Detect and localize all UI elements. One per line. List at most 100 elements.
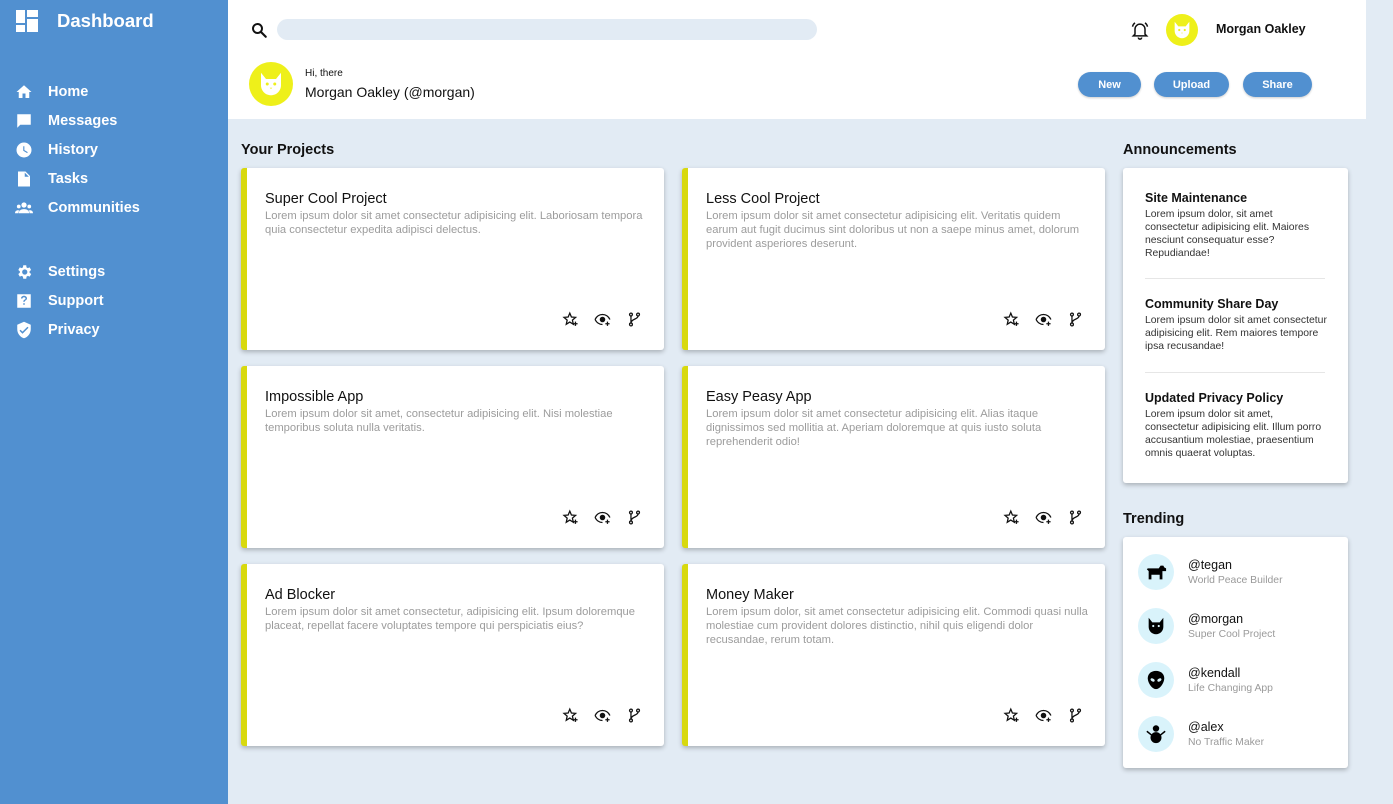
announcement-body: Lorem ipsum dolor, sit amet consectetur …	[1145, 209, 1310, 259]
profile-avatar	[249, 62, 293, 106]
brand[interactable]: Dashboard	[16, 10, 154, 32]
sidebar-item-label: Communities	[48, 199, 140, 216]
watch-icon[interactable]	[1034, 310, 1053, 329]
project-card[interactable]: Super Cool Project Lorem ipsum dolor sit…	[241, 168, 664, 350]
sidebar-item-label: Home	[48, 83, 89, 100]
cat-icon	[261, 72, 281, 96]
trending-item[interactable]: @kendall Life Changing App	[1138, 662, 1273, 698]
search-icon[interactable]	[250, 21, 268, 39]
star-icon[interactable]	[1002, 508, 1021, 527]
cat-icon	[1174, 21, 1190, 39]
trending-avatar	[1138, 716, 1174, 752]
fork-icon[interactable]	[1066, 508, 1085, 527]
share-button[interactable]: Share	[1243, 72, 1312, 97]
trending-project: World Peace Builder	[1188, 575, 1283, 586]
fork-icon[interactable]	[625, 706, 644, 725]
project-title[interactable]: Impossible App	[265, 389, 363, 405]
upload-button[interactable]: Upload	[1154, 72, 1229, 97]
project-card[interactable]: Impossible App Lorem ipsum dolor sit ame…	[241, 366, 664, 548]
profile-name: Morgan Oakley (@morgan)	[305, 84, 475, 100]
announcement-item[interactable]: Site Maintenance Lorem ipsum dolor, sit …	[1145, 191, 1327, 260]
announcement-title: Community Share Day	[1145, 297, 1279, 311]
trending-item[interactable]: @tegan World Peace Builder	[1138, 554, 1283, 590]
sidebar-item-label: Support	[48, 292, 104, 309]
sidebar-item-label: Messages	[48, 112, 118, 129]
divider	[1145, 278, 1325, 279]
project-title[interactable]: Money Maker	[706, 587, 794, 603]
sidebar-item-history[interactable]: History	[0, 135, 228, 164]
alien-icon	[1147, 670, 1165, 690]
new-button[interactable]: New	[1078, 72, 1141, 97]
project-actions	[561, 508, 644, 527]
snowman-icon	[1146, 725, 1166, 744]
project-description: Lorem ipsum dolor sit amet consectetur a…	[706, 210, 1080, 250]
trending-item[interactable]: @alex No Traffic Maker	[1138, 716, 1264, 752]
project-description: Lorem ipsum dolor, sit amet consectetur …	[706, 606, 1088, 646]
project-card[interactable]: Less Cool Project Lorem ipsum dolor sit …	[682, 168, 1105, 350]
greeting-text: Hi, there	[305, 68, 343, 79]
watch-icon[interactable]	[1034, 508, 1053, 527]
sidebar-item-support[interactable]: Support	[0, 286, 228, 315]
project-title[interactable]: Ad Blocker	[265, 587, 335, 603]
trending-avatar	[1138, 608, 1174, 644]
header-username[interactable]: Morgan Oakley	[1216, 22, 1306, 36]
watch-icon[interactable]	[1034, 706, 1053, 725]
file-icon	[18, 171, 30, 186]
announcement-title: Site Maintenance	[1145, 191, 1248, 205]
project-actions	[1002, 508, 1085, 527]
project-title[interactable]: Super Cool Project	[265, 191, 387, 207]
watch-icon[interactable]	[593, 706, 612, 725]
announcement-body: Lorem ipsum dolor sit amet, consectetur …	[1145, 409, 1322, 459]
announcement-item[interactable]: Updated Privacy Policy Lorem ipsum dolor…	[1145, 391, 1327, 460]
project-description: Lorem ipsum dolor sit amet consectetur a…	[706, 408, 1042, 448]
project-description: Lorem ipsum dolor sit amet, consectetur …	[265, 408, 613, 434]
star-icon[interactable]	[561, 706, 580, 725]
sidebar-item-messages[interactable]: Messages	[0, 106, 228, 135]
project-actions	[561, 706, 644, 725]
search-input[interactable]	[277, 19, 817, 40]
sidebar-item-privacy[interactable]: Privacy	[0, 315, 228, 344]
star-icon[interactable]	[561, 310, 580, 329]
fork-icon[interactable]	[1066, 706, 1085, 725]
trending-handle: @morgan	[1188, 612, 1244, 626]
project-title[interactable]: Less Cool Project	[706, 191, 820, 207]
sidebar-item-label: Privacy	[48, 321, 100, 338]
project-card[interactable]: Ad Blocker Lorem ipsum dolor sit amet co…	[241, 564, 664, 746]
shield-icon	[17, 321, 31, 338]
secondary-nav: Settings Support Privacy	[0, 257, 228, 344]
watch-icon[interactable]	[593, 310, 612, 329]
trending-avatar	[1138, 554, 1174, 590]
trending-handle: @alex	[1188, 720, 1224, 734]
clock-icon	[16, 142, 32, 157]
app-title: Dashboard	[57, 10, 154, 31]
sidebar-item-settings[interactable]: Settings	[0, 257, 228, 286]
announcements-panel: Site Maintenance Lorem ipsum dolor, sit …	[1123, 168, 1348, 483]
trending-item[interactable]: @morgan Super Cool Project	[1138, 608, 1275, 644]
project-card[interactable]: Easy Peasy App Lorem ipsum dolor sit ame…	[682, 366, 1105, 548]
sidebar-item-communities[interactable]: Communities	[0, 193, 228, 222]
fork-icon[interactable]	[625, 508, 644, 527]
trending-project: Life Changing App	[1188, 683, 1273, 694]
sidebar-item-home[interactable]: Home	[0, 77, 228, 106]
projects-title: Your Projects	[241, 142, 335, 158]
watch-icon[interactable]	[593, 508, 612, 527]
project-description: Lorem ipsum dolor sit amet consectetur, …	[265, 606, 635, 632]
project-title[interactable]: Easy Peasy App	[706, 389, 812, 405]
sidebar-item-tasks[interactable]: Tasks	[0, 164, 228, 193]
user-avatar[interactable]	[1166, 14, 1198, 46]
star-icon[interactable]	[1002, 706, 1021, 725]
fork-icon[interactable]	[1066, 310, 1085, 329]
trending-avatar	[1138, 662, 1174, 698]
message-icon	[17, 113, 31, 128]
fork-icon[interactable]	[625, 310, 644, 329]
announcement-item[interactable]: Community Share Day Lorem ipsum dolor si…	[1145, 297, 1327, 353]
project-card[interactable]: Money Maker Lorem ipsum dolor, sit amet …	[682, 564, 1105, 746]
sidebar-item-label: Settings	[48, 263, 106, 280]
star-icon[interactable]	[561, 508, 580, 527]
sidebar: Dashboard Home Messages History Tasks Co…	[0, 0, 228, 804]
header: Morgan Oakley Hi, there Morgan Oakley (@…	[228, 0, 1366, 119]
bell-icon[interactable]	[1130, 20, 1150, 40]
cat-icon	[1148, 617, 1164, 635]
star-icon[interactable]	[1002, 310, 1021, 329]
project-actions	[561, 310, 644, 329]
